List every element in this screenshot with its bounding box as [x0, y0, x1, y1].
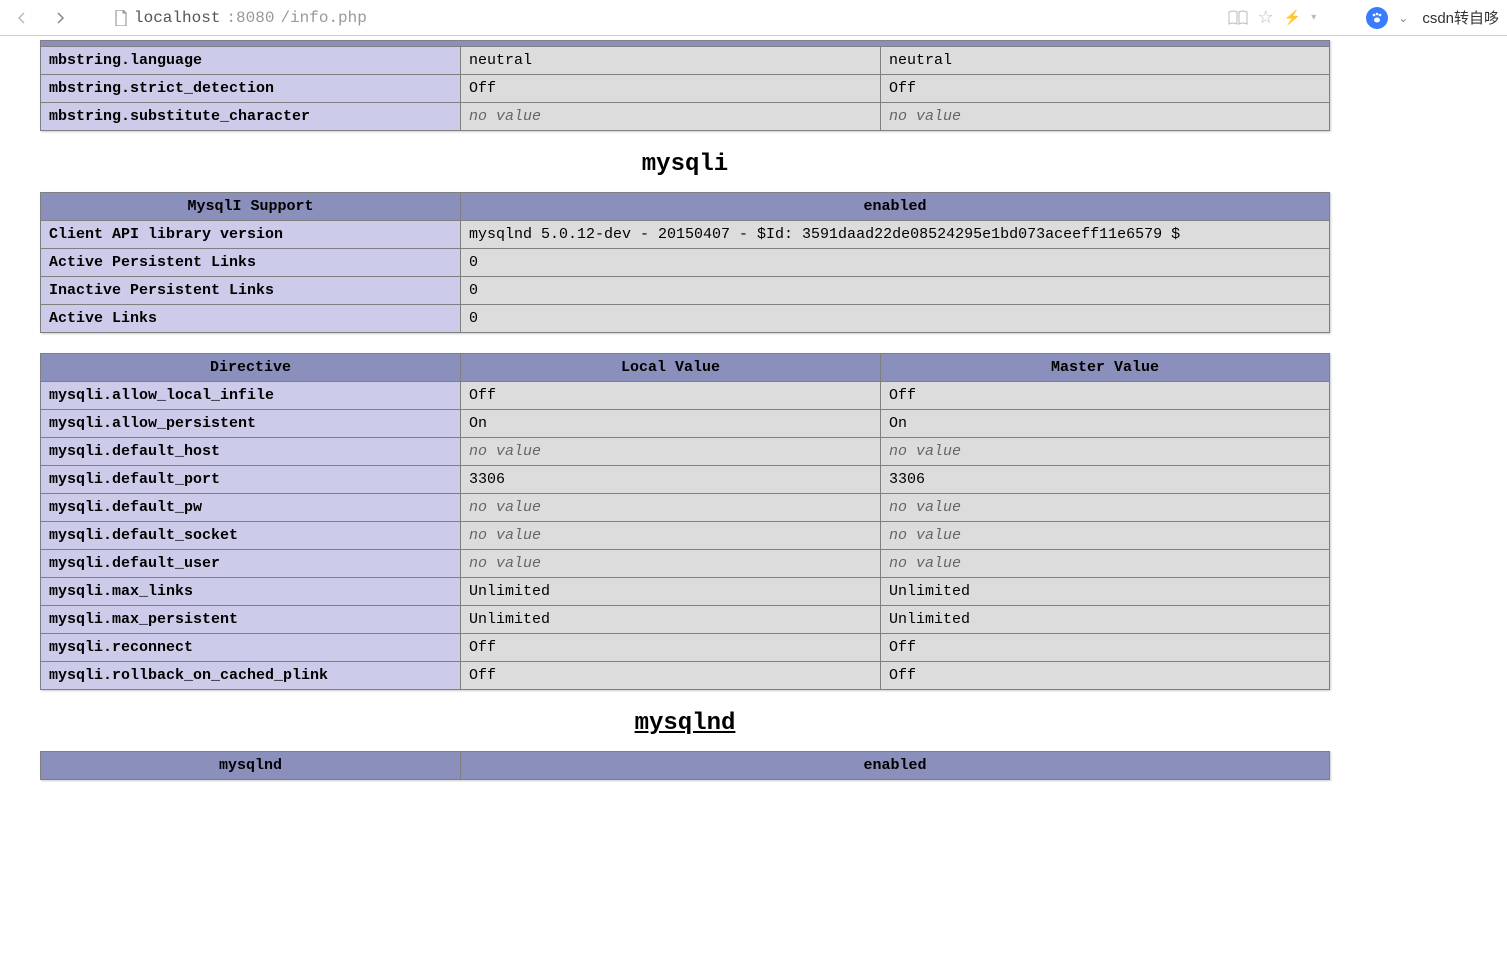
table-row: Active Persistent Links0	[41, 249, 1330, 277]
mysqlnd-th1: mysqlnd	[41, 752, 461, 780]
master-value-cell: On	[881, 410, 1330, 438]
table-row: mysqli.default_userno valueno value	[41, 550, 1330, 578]
local-value-cell: Off	[461, 634, 881, 662]
table-row: mysqli.allow_persistentOnOn	[41, 410, 1330, 438]
local-value-cell: Off	[461, 382, 881, 410]
directive-cell: mbstring.language	[41, 47, 461, 75]
support-value-cell: 0	[461, 277, 1330, 305]
url-port: :8080	[226, 9, 274, 27]
master-value-cell: Unlimited	[881, 578, 1330, 606]
master-value-cell: Unlimited	[881, 606, 1330, 634]
browser-toolbar: localhost :8080/info.php ☆ ⚡ ▾ ⌄ csdn转自哆	[0, 0, 1507, 36]
reader-icon[interactable]	[1228, 10, 1248, 26]
mbstring-table: mbstring.languageneutralneutralmbstring.…	[40, 40, 1330, 131]
address-bar[interactable]: localhost :8080/info.php	[114, 9, 367, 27]
master-value-cell: no value	[881, 522, 1330, 550]
back-button[interactable]	[8, 4, 36, 32]
master-value-cell: Off	[881, 634, 1330, 662]
table-row: mbstring.languageneutralneutral	[41, 47, 1330, 75]
local-value-cell: On	[461, 410, 881, 438]
table-row: Client API library versionmysqlnd 5.0.12…	[41, 221, 1330, 249]
directive-th: Directive	[41, 354, 461, 382]
local-value-cell: Off	[461, 75, 881, 103]
table-row: mysqli.default_hostno valueno value	[41, 438, 1330, 466]
master-value-cell: Off	[881, 382, 1330, 410]
table-row: mysqli.default_pwno valueno value	[41, 494, 1330, 522]
directive-cell: mysqli.default_host	[41, 438, 461, 466]
chevron-down-icon[interactable]: ⌄	[1398, 11, 1408, 25]
directive-cell: mbstring.substitute_character	[41, 103, 461, 131]
directive-cell: mysqli.default_pw	[41, 494, 461, 522]
local-value-cell: 3306	[461, 466, 881, 494]
table-row: Active Links0	[41, 305, 1330, 333]
master-value-th: Master Value	[881, 354, 1330, 382]
table-row: mysqli.rollback_on_cached_plinkOffOff	[41, 662, 1330, 690]
table-row: mysqli.default_socketno valueno value	[41, 522, 1330, 550]
master-value-cell: Off	[881, 662, 1330, 690]
table-row: mysqli.reconnectOffOff	[41, 634, 1330, 662]
support-key-cell: Active Links	[41, 305, 461, 333]
local-value-cell: no value	[461, 522, 881, 550]
master-value-cell: 3306	[881, 466, 1330, 494]
directive-cell: mysqli.allow_local_infile	[41, 382, 461, 410]
directive-cell: mysqli.max_persistent	[41, 606, 461, 634]
directive-cell: mysqli.max_links	[41, 578, 461, 606]
support-key-cell: Active Persistent Links	[41, 249, 461, 277]
mysqli-support-th2: enabled	[461, 193, 1330, 221]
directive-cell: mysqli.allow_persistent	[41, 410, 461, 438]
page-content: mbstring.languageneutralneutralmbstring.…	[0, 36, 1370, 961]
master-value-cell: no value	[881, 438, 1330, 466]
master-value-cell: Off	[881, 75, 1330, 103]
table-row: mysqli.max_linksUnlimitedUnlimited	[41, 578, 1330, 606]
mysqli-support-th1: MysqlI Support	[41, 193, 461, 221]
local-value-cell: Off	[461, 662, 881, 690]
local-value-cell: no value	[461, 494, 881, 522]
page-icon	[114, 10, 128, 26]
master-value-cell: neutral	[881, 47, 1330, 75]
table-row: mbstring.substitute_characterno valueno …	[41, 103, 1330, 131]
mysqli-support-table: MysqlI Support enabled Client API librar…	[40, 192, 1330, 333]
local-value-cell: no value	[461, 438, 881, 466]
table-row: mysqli.max_persistentUnlimitedUnlimited	[41, 606, 1330, 634]
directive-cell: mbstring.strict_detection	[41, 75, 461, 103]
mysqlnd-support-table: mysqlnd enabled	[40, 751, 1330, 780]
lightning-icon[interactable]: ⚡	[1284, 9, 1301, 26]
support-value-cell: mysqlnd 5.0.12-dev - 20150407 - $Id: 359…	[461, 221, 1330, 249]
extension-label[interactable]: csdn转自哆	[1422, 7, 1499, 28]
table-row: mysqli.default_port33063306	[41, 466, 1330, 494]
local-value-th: Local Value	[461, 354, 881, 382]
mysqli-directives-table: Directive Local Value Master Value mysql…	[40, 353, 1330, 690]
url-host: localhost	[134, 9, 220, 27]
forward-button[interactable]	[46, 4, 74, 32]
paw-extension-icon[interactable]	[1366, 7, 1388, 29]
dropdown-icon[interactable]: ▾	[1311, 12, 1316, 23]
table-row: mbstring.strict_detectionOffOff	[41, 75, 1330, 103]
mysqli-heading: mysqli	[40, 151, 1330, 178]
local-value-cell: Unlimited	[461, 578, 881, 606]
url-path: /info.php	[280, 9, 366, 27]
directive-cell: mysqli.default_port	[41, 466, 461, 494]
star-icon[interactable]: ☆	[1258, 7, 1274, 28]
directive-cell: mysqli.default_user	[41, 550, 461, 578]
mysqlnd-heading[interactable]: mysqlnd	[40, 710, 1330, 737]
directive-cell: mysqli.default_socket	[41, 522, 461, 550]
local-value-cell: no value	[461, 103, 881, 131]
support-key-cell: Client API library version	[41, 221, 461, 249]
directive-cell: mysqli.reconnect	[41, 634, 461, 662]
local-value-cell: no value	[461, 550, 881, 578]
master-value-cell: no value	[881, 103, 1330, 131]
master-value-cell: no value	[881, 494, 1330, 522]
master-value-cell: no value	[881, 550, 1330, 578]
support-key-cell: Inactive Persistent Links	[41, 277, 461, 305]
mysqlnd-th2: enabled	[461, 752, 1330, 780]
support-value-cell: 0	[461, 305, 1330, 333]
support-value-cell: 0	[461, 249, 1330, 277]
table-row: Inactive Persistent Links0	[41, 277, 1330, 305]
directive-cell: mysqli.rollback_on_cached_plink	[41, 662, 461, 690]
table-row: mysqli.allow_local_infileOffOff	[41, 382, 1330, 410]
local-value-cell: Unlimited	[461, 606, 881, 634]
local-value-cell: neutral	[461, 47, 881, 75]
